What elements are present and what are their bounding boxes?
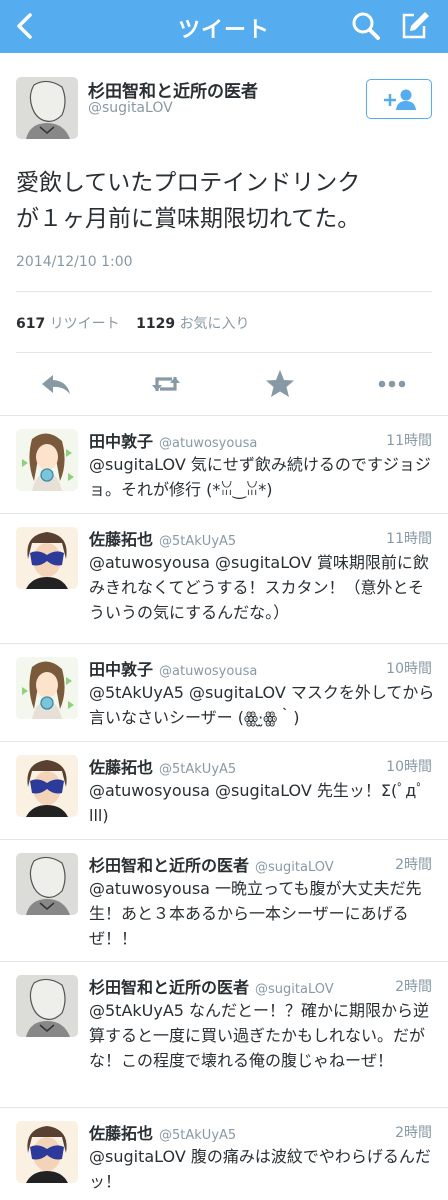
star-icon [266, 370, 294, 397]
avatar[interactable] [16, 1121, 78, 1183]
favorite-button[interactable] [262, 366, 298, 402]
reply-author-handle[interactable]: @atuwosyousa [159, 436, 257, 451]
compose-tweet-button[interactable] [396, 8, 432, 44]
retweet-button[interactable] [148, 366, 184, 402]
reply-author-handle[interactable]: @5tAkUyA5 [159, 534, 236, 549]
divider [16, 291, 432, 292]
avatar[interactable] [16, 657, 78, 719]
reply-time: 2時間 [395, 857, 432, 873]
reply-author-name[interactable]: 田中敦子 [89, 660, 153, 679]
reply-text: @atuwosyousa @sugitaLOV 賞味期限前に飲みきれなくてどうす… [89, 553, 429, 622]
tweet-actions [0, 353, 448, 415]
reply-author-name[interactable]: 杉田智和と近所の医者 [89, 978, 249, 997]
reply-author-handle[interactable]: @5tAkUyA5 [159, 762, 236, 777]
compose-icon [402, 12, 429, 39]
tweet-stats: 617 リツイート 1129 お気に入り [16, 313, 262, 333]
reply-author-handle[interactable]: @sugitaLOV [255, 982, 334, 997]
author-handle[interactable]: @sugitaLOV [88, 100, 173, 116]
reply-item[interactable]: 杉田智和と近所の医者 @sugitaLOV 2時間 @atuwosyousa 一晩… [0, 839, 448, 961]
reply-time: 2時間 [395, 1125, 432, 1141]
follow-button[interactable] [366, 79, 432, 119]
reply-item[interactable]: 杉田智和と近所の医者 @sugitaLOV 2時間 @5tAkUyA5 なんだとー… [0, 961, 448, 1107]
author-avatar[interactable] [16, 77, 78, 139]
reply-text: @sugitaLOV 気にせず飲み続けるのですジョジョ。それが修行 (*ꈍ‿ꈍ*… [89, 455, 431, 499]
favorite-count[interactable]: 1129 [136, 316, 175, 332]
reply-text: @5tAkUyA5 @sugitaLOV マスクを外してから言いなさいシーザー … [89, 683, 435, 727]
back-button[interactable] [8, 8, 44, 44]
avatar[interactable] [16, 975, 78, 1037]
reply-item[interactable]: 佐藤拓也 @5tAkUyA5 2時間 @sugitaLOV 腹の痛みは波紋でやわら… [0, 1107, 448, 1200]
reply-text: @atuwosyousa 一晩立っても腹が大丈夫だ先生！あと３本あるから一本シー… [89, 879, 422, 948]
chevron-left-icon [17, 13, 32, 39]
reply-author-name[interactable]: 杉田智和と近所の医者 [89, 856, 249, 875]
reply-author-name[interactable]: 田中敦子 [89, 432, 153, 451]
retweet-count[interactable]: 617 [16, 316, 45, 332]
reply-time: 10時間 [386, 759, 432, 775]
reply-time: 11時間 [386, 433, 432, 449]
retweet-label[interactable]: リツイート [50, 316, 120, 332]
reply-time: 11時間 [386, 531, 432, 547]
reply-author-name[interactable]: 佐藤拓也 [89, 1124, 153, 1143]
reply-icon [42, 375, 70, 394]
tweet-timestamp: 2014/12/10 1:00 [16, 254, 133, 270]
author-name[interactable]: 杉田智和と近所の医者 [88, 77, 258, 102]
tweet-text: 愛飲していたプロテインドリンク が１ヶ月前に賞味期限切れてた。 [16, 165, 432, 237]
reply-item[interactable]: 田中敦子 @atuwosyousa 10時間 @5tAkUyA5 @sugitaL… [0, 643, 448, 741]
reply-item[interactable]: 佐藤拓也 @5tAkUyA5 10時間 @atuwosyousa @sugitaL… [0, 741, 448, 839]
reply-author-handle[interactable]: @atuwosyousa [159, 664, 257, 679]
search-button[interactable] [348, 8, 384, 44]
reply-author-name[interactable]: 佐藤拓也 [89, 530, 153, 549]
retweet-icon [152, 377, 180, 391]
reply-item[interactable]: 佐藤拓也 @5tAkUyA5 11時間 @atuwosyousa @sugitaL… [0, 513, 448, 643]
add-user-icon [384, 89, 416, 110]
more-options-button[interactable] [374, 366, 410, 402]
avatar[interactable] [16, 853, 78, 915]
tweet-text-line-1: 愛飲していたプロテインドリンク [16, 170, 361, 196]
reply-text: @sugitaLOV 腹の痛みは波紋でやわらげるんだッ！ [89, 1147, 431, 1191]
avatar[interactable] [16, 429, 78, 491]
tweet-text-line-2: が１ヶ月前に賞味期限切れてた。 [16, 206, 361, 232]
more-icon [378, 380, 406, 388]
reply-author-name[interactable]: 佐藤拓也 [89, 758, 153, 777]
search-icon [352, 12, 380, 40]
top-nav-bar: ツイート [0, 0, 448, 53]
reply-time: 10時間 [386, 661, 432, 677]
reply-author-handle[interactable]: @sugitaLOV [255, 860, 334, 875]
reply-time: 2時間 [395, 979, 432, 995]
reply-author-handle[interactable]: @5tAkUyA5 [159, 1128, 236, 1143]
reply-text: @atuwosyousa @sugitaLOV 先生ッ！Σ(ﾟдﾟlll) [89, 781, 425, 825]
avatar[interactable] [16, 755, 78, 817]
avatar[interactable] [16, 527, 78, 589]
reply-item[interactable]: 田中敦子 @atuwosyousa 11時間 @sugitaLOV 気にせず飲み続… [0, 415, 448, 513]
reply-text: @5tAkUyA5 なんだとー！？確かに期限から逆算すると一度に買い過ぎたかもし… [89, 1001, 430, 1070]
favorite-label[interactable]: お気に入り [180, 316, 250, 332]
reply-button[interactable] [38, 366, 74, 402]
